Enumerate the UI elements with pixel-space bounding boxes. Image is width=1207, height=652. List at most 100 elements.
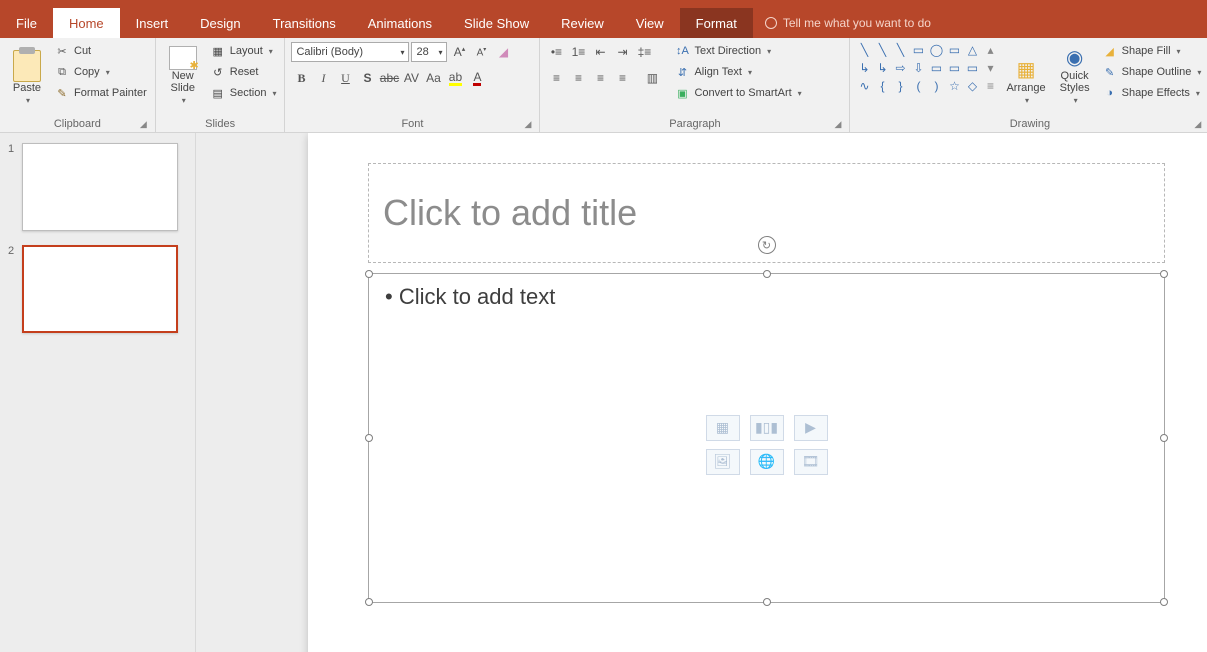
shape-effects-button[interactable]: ◑Shape Effects xyxy=(1100,84,1204,102)
shapes-gallery[interactable]: ╲╲╲▭◯▭△▴ ↳↳⇨⇩▭▭▭▾ ∿{}()☆◇≡ xyxy=(856,42,998,94)
resize-handle-se[interactable] xyxy=(1160,598,1168,606)
shape-tri-icon[interactable]: △ xyxy=(964,42,980,58)
shape-callout-icon[interactable]: ◇ xyxy=(964,78,980,94)
strike-button[interactable]: abc xyxy=(379,68,399,88)
rotate-handle[interactable] xyxy=(758,236,776,254)
resize-handle-n[interactable] xyxy=(763,270,771,278)
shape-outline-button[interactable]: ✎Shape Outline xyxy=(1100,63,1204,81)
font-size-select[interactable]: 28▾ xyxy=(411,42,447,62)
slide-thumbnails-panel[interactable]: 1 2 xyxy=(0,133,196,652)
shape-line-icon[interactable]: ↳ xyxy=(856,60,872,76)
shape-brace-icon[interactable]: ) xyxy=(928,78,944,94)
shape-brace-icon[interactable]: ( xyxy=(910,78,926,94)
drawing-launcher-icon[interactable]: ◢ xyxy=(1194,119,1201,130)
slide[interactable]: Click to add title • Click to add text ▦… xyxy=(308,133,1207,652)
shape-arrow-icon[interactable]: ⇩ xyxy=(910,60,926,76)
shape-rect-icon[interactable]: ▭ xyxy=(946,60,962,76)
align-right-button[interactable]: ≡ xyxy=(590,68,610,88)
shape-line-icon[interactable]: ╲ xyxy=(856,42,872,58)
cut-button[interactable]: ✂Cut xyxy=(52,42,149,60)
slide-canvas-area[interactable]: Click to add title • Click to add text ▦… xyxy=(196,133,1207,652)
shape-brace-icon[interactable]: { xyxy=(874,78,890,94)
section-button[interactable]: ▤Section xyxy=(208,84,279,102)
gallery-more-icon[interactable]: ≡ xyxy=(982,78,998,94)
para-launcher-icon[interactable]: ◢ xyxy=(835,119,842,130)
shape-curve-icon[interactable]: ∿ xyxy=(856,78,872,94)
thumbnail-1[interactable]: 1 xyxy=(8,143,187,231)
tab-insert[interactable]: Insert xyxy=(120,8,185,38)
char-spacing-button[interactable]: AV xyxy=(401,68,421,88)
shape-brace-icon[interactable]: } xyxy=(892,78,908,94)
change-case-button[interactable]: Aa xyxy=(423,68,443,88)
quick-styles-button[interactable]: ◉ Quick Styles xyxy=(1054,42,1096,108)
scroll-up-icon[interactable]: ▴ xyxy=(982,42,998,58)
justify-button[interactable]: ≡ xyxy=(612,68,632,88)
resize-handle-sw[interactable] xyxy=(365,598,373,606)
bold-button[interactable]: B xyxy=(291,68,311,88)
insert-table-icon[interactable]: ▦ xyxy=(706,415,740,441)
columns-button[interactable]: ▥ xyxy=(642,68,662,88)
thumbnail-2[interactable]: 2 xyxy=(8,245,187,333)
resize-handle-w[interactable] xyxy=(365,434,373,442)
shape-rect-icon[interactable]: ▭ xyxy=(964,60,980,76)
format-painter-button[interactable]: ✎Format Painter xyxy=(52,84,149,102)
arrange-button[interactable]: ▦ Arrange xyxy=(1002,42,1049,108)
tab-file[interactable]: File xyxy=(0,8,53,38)
font-color-button[interactable]: A xyxy=(467,68,487,88)
line-spacing-button[interactable]: ‡≡ xyxy=(634,42,654,62)
shape-line-icon[interactable]: ╲ xyxy=(874,42,890,58)
insert-picture-icon[interactable]: 🖼 xyxy=(706,449,740,475)
inc-indent-button[interactable]: ⇥ xyxy=(612,42,632,62)
font-launcher-icon[interactable]: ◢ xyxy=(525,119,532,130)
shape-arrow-icon[interactable]: ⇨ xyxy=(892,60,908,76)
tab-view[interactable]: View xyxy=(620,8,680,38)
font-name-select[interactable]: Calibri (Body)▾ xyxy=(291,42,409,62)
resize-handle-nw[interactable] xyxy=(365,270,373,278)
paste-button[interactable]: Paste xyxy=(6,42,48,108)
tell-me-search[interactable]: Tell me what you want to do xyxy=(753,8,943,38)
layout-button[interactable]: ▦Layout xyxy=(208,42,279,60)
align-center-button[interactable]: ≡ xyxy=(568,68,588,88)
insert-online-picture-icon[interactable]: 🌐 xyxy=(750,449,784,475)
copy-button[interactable]: ⧉Copy xyxy=(52,63,149,81)
resize-handle-ne[interactable] xyxy=(1160,270,1168,278)
tab-slideshow[interactable]: Slide Show xyxy=(448,8,545,38)
shadow-button[interactable]: S xyxy=(357,68,377,88)
tab-format[interactable]: Format xyxy=(680,8,753,38)
underline-button[interactable]: U xyxy=(335,68,355,88)
reset-button[interactable]: ↺Reset xyxy=(208,63,279,81)
italic-button[interactable]: I xyxy=(313,68,333,88)
shape-line-icon[interactable]: ╲ xyxy=(892,42,908,58)
align-left-button[interactable]: ≡ xyxy=(546,68,566,88)
shape-star-icon[interactable]: ☆ xyxy=(946,78,962,94)
dec-indent-button[interactable]: ⇤ xyxy=(590,42,610,62)
shape-fill-button[interactable]: ◢Shape Fill xyxy=(1100,42,1204,60)
grow-font-button[interactable]: A▴ xyxy=(449,42,469,62)
shape-rect-icon[interactable]: ▭ xyxy=(910,42,926,58)
bullets-button[interactable]: •≡ xyxy=(546,42,566,62)
clipboard-launcher-icon[interactable]: ◢ xyxy=(140,119,147,130)
shape-rect-icon[interactable]: ▭ xyxy=(928,60,944,76)
insert-video-icon[interactable]: 🎞 xyxy=(794,449,828,475)
resize-handle-s[interactable] xyxy=(763,598,771,606)
tab-transitions[interactable]: Transitions xyxy=(257,8,352,38)
thumb-preview[interactable] xyxy=(22,143,178,231)
shape-line-icon[interactable]: ↳ xyxy=(874,60,890,76)
thumb-preview-selected[interactable] xyxy=(22,245,178,333)
text-direction-button[interactable]: ↕AText Direction xyxy=(672,42,803,60)
new-slide-button[interactable]: New Slide xyxy=(162,42,204,108)
insert-smartart-icon[interactable]: ▶ xyxy=(794,415,828,441)
resize-handle-e[interactable] xyxy=(1160,434,1168,442)
shape-rect-icon[interactable]: ▭ xyxy=(946,42,962,58)
clear-format-button[interactable]: ◢ xyxy=(493,42,513,62)
align-text-button[interactable]: ⇵Align Text xyxy=(672,63,803,81)
highlight-button[interactable]: ab xyxy=(445,68,465,88)
content-placeholder[interactable]: • Click to add text ▦ ▮▯▮ ▶ 🖼 🌐 🎞 xyxy=(368,273,1165,603)
tab-home[interactable]: Home xyxy=(53,8,120,38)
shape-oval-icon[interactable]: ◯ xyxy=(928,42,944,58)
insert-chart-icon[interactable]: ▮▯▮ xyxy=(750,415,784,441)
tab-review[interactable]: Review xyxy=(545,8,620,38)
scroll-down-icon[interactable]: ▾ xyxy=(982,60,998,76)
numbering-button[interactable]: 1≡ xyxy=(568,42,588,62)
shrink-font-button[interactable]: A▾ xyxy=(471,42,491,62)
